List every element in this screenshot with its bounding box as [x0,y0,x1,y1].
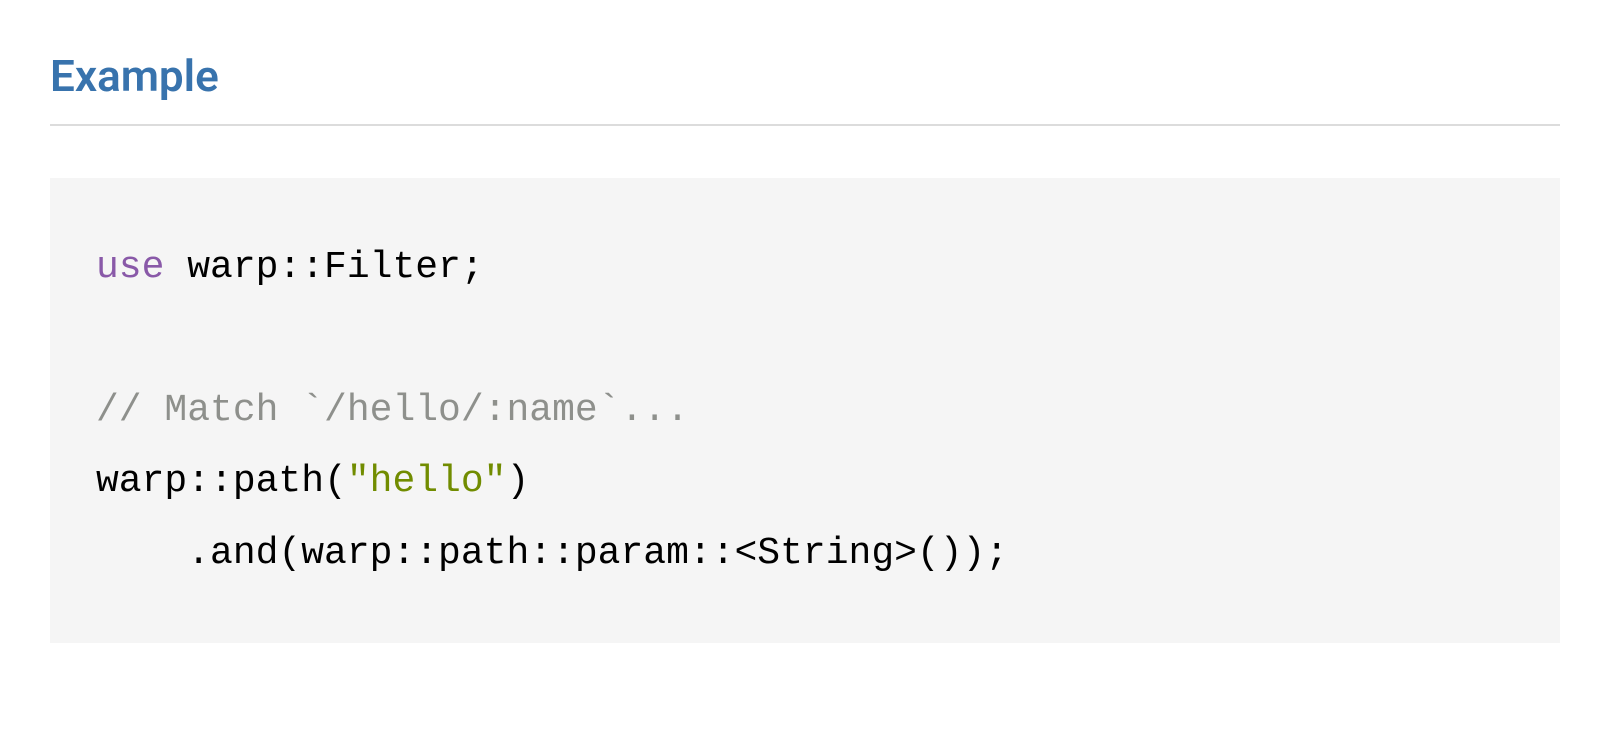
code-comment: // Match `/hello/:name`... [96,389,689,432]
code-text: ) [506,460,529,503]
code-block: use warp::Filter; // Match `/hello/:name… [50,178,1560,643]
code-text: warp::path( [96,460,347,503]
code-text: .and(warp::path::param::<String>()); [96,532,1008,575]
code-text: warp::Filter; [164,246,483,289]
section-heading: Example [50,50,1560,102]
heading-rule [50,124,1560,126]
code-keyword: use [96,246,164,289]
code-string: "hello" [347,460,507,503]
